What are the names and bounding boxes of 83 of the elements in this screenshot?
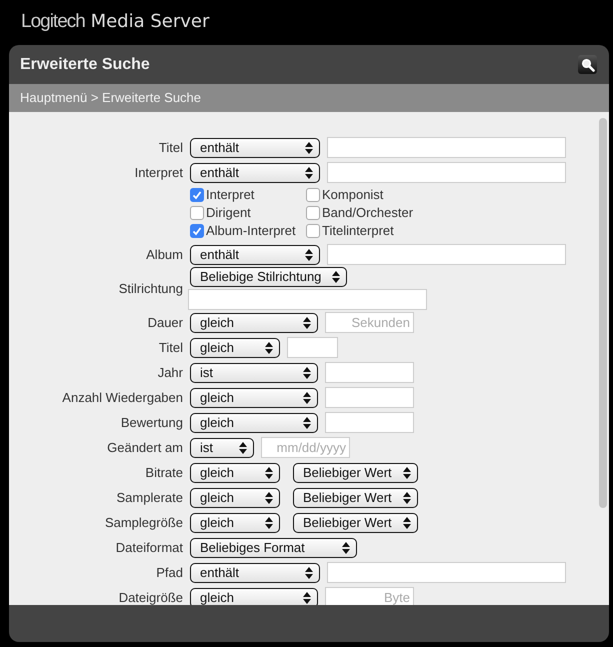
dropdown[interactable]: gleich: [190, 312, 318, 332]
up-down-arrows-icon: [403, 466, 411, 478]
dropdown[interactable]: enthält: [190, 138, 320, 158]
up-down-arrows-icon: [303, 416, 311, 428]
text-field[interactable]: [327, 244, 566, 265]
dropdown[interactable]: enthält: [190, 162, 320, 182]
text-field[interactable]: [325, 387, 414, 408]
field-label: Titel: [158, 138, 183, 157]
checkbox-label[interactable]: Dirigent: [206, 203, 251, 223]
text-field[interactable]: [327, 162, 566, 183]
search-icon[interactable]: [578, 55, 597, 74]
text-field[interactable]: [287, 337, 338, 358]
up-down-arrows-icon: [303, 366, 311, 378]
checkbox[interactable]: [190, 206, 204, 220]
text-field[interactable]: [325, 412, 414, 433]
breadcrumb: Hauptmenü > Erweiterte Suche: [9, 84, 609, 112]
text-field[interactable]: [327, 137, 566, 158]
text-field[interactable]: Sekunden: [325, 312, 414, 333]
field-label: Dateiformat: [114, 538, 183, 557]
up-down-arrows-icon: [305, 166, 313, 178]
field-label: Geändert am: [106, 438, 183, 457]
text-field[interactable]: mm/dd/yyyy: [261, 437, 350, 458]
up-down-arrows-icon: [303, 592, 311, 604]
checkbox[interactable]: [306, 188, 320, 202]
field-label: Stilrichtung: [118, 280, 183, 298]
up-down-arrows-icon: [342, 542, 350, 554]
dropdown[interactable]: enthält: [190, 244, 320, 264]
up-down-arrows-icon: [305, 248, 313, 260]
dropdown[interactable]: gleich: [190, 338, 280, 358]
scrollbar-thumb[interactable]: [599, 118, 607, 508]
checkbox-label[interactable]: Album-Interpret: [206, 221, 296, 241]
field-label: Dateigröße: [118, 588, 183, 605]
dropdown[interactable]: gleich: [190, 462, 280, 482]
dropdown[interactable]: Beliebiger Wert: [293, 462, 418, 482]
text-field[interactable]: [188, 289, 427, 310]
checkbox[interactable]: [306, 224, 320, 238]
app-title: Logitech Media Server: [20, 10, 210, 34]
field-label: Anzahl Wiedergaben: [61, 388, 183, 407]
up-down-arrows-icon: [265, 466, 273, 478]
field-label: Album: [145, 246, 183, 264]
field-label: Jahr: [156, 364, 183, 382]
dropdown[interactable]: Beliebiges Format: [190, 538, 357, 558]
up-down-arrows-icon: [305, 142, 313, 154]
field-label: Samplerate: [116, 488, 183, 507]
up-down-arrows-icon: [265, 492, 273, 504]
up-down-arrows-icon: [305, 566, 313, 578]
dropdown[interactable]: gleich: [190, 488, 280, 508]
checkbox[interactable]: [190, 224, 204, 238]
checkbox-label[interactable]: Titelinterpret: [322, 221, 394, 241]
dropdown[interactable]: Beliebiger Wert: [293, 488, 418, 508]
panel-title: Erweiterte Suche: [20, 54, 150, 74]
text-field[interactable]: [327, 562, 566, 583]
checkbox[interactable]: [190, 188, 204, 202]
dropdown[interactable]: enthält: [190, 562, 320, 582]
up-down-arrows-icon: [403, 516, 411, 528]
field-label: Dauer: [146, 314, 183, 332]
dropdown[interactable]: gleich: [190, 388, 318, 408]
up-down-arrows-icon: [332, 271, 340, 283]
checkbox-label[interactable]: Komponist: [322, 185, 384, 205]
up-down-arrows-icon: [403, 492, 411, 504]
field-label: Samplegröße: [104, 514, 183, 532]
text-field[interactable]: [325, 362, 414, 383]
up-down-arrows-icon: [265, 516, 273, 528]
dropdown[interactable]: Beliebiger Wert: [293, 512, 418, 532]
checkbox-label[interactable]: Interpret: [206, 185, 254, 205]
field-label: Bitrate: [144, 464, 183, 482]
checkbox-label[interactable]: Band/Orchester: [322, 203, 414, 223]
dropdown[interactable]: gleich: [190, 412, 318, 432]
dropdown[interactable]: gleich: [190, 512, 280, 532]
up-down-arrows-icon: [303, 392, 311, 404]
dropdown[interactable]: ist: [190, 438, 254, 458]
up-down-arrows-icon: [265, 342, 273, 354]
checkbox[interactable]: [306, 206, 320, 220]
field-label: Interpret: [134, 164, 183, 182]
dropdown[interactable]: ist: [190, 362, 318, 382]
dropdown[interactable]: gleich: [190, 588, 318, 605]
up-down-arrows-icon: [239, 442, 247, 454]
up-down-arrows-icon: [303, 316, 311, 328]
text-field[interactable]: Byte: [325, 587, 414, 605]
field-label: Titel: [158, 338, 183, 357]
dropdown[interactable]: Beliebige Stilrichtung: [190, 267, 347, 287]
field-label: Pfad: [155, 564, 183, 582]
field-label: Bewertung: [120, 414, 183, 432]
